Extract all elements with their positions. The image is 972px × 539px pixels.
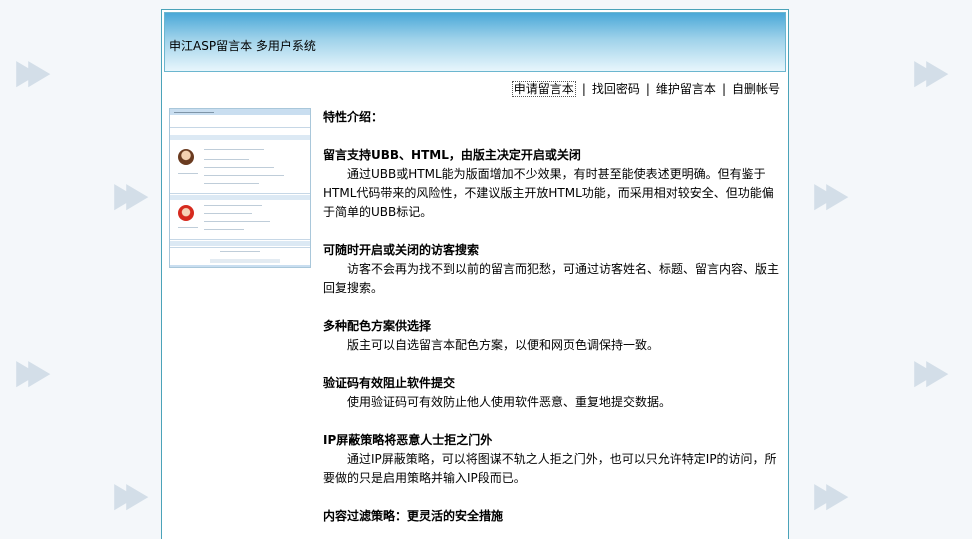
feature-title: 验证码有效阻止软件提交: [323, 376, 456, 390]
feature-title: 多种配色方案供选择: [323, 319, 432, 333]
feature-description: 使用验证码可有效防止他人使用软件恶意、重复地提交数据。: [347, 395, 672, 409]
feature-item: 留言支持UBB、HTML，由版主决定开启或关闭 通过UBB或HTML能为版面增加…: [323, 146, 783, 222]
feature-description: 通过UBB或HTML能为版面增加不少效果，有时甚至能使表述更明确。但有鉴于HTM…: [323, 167, 774, 219]
watermark-icon: ▶▶: [914, 352, 948, 392]
feature-item: 内容过滤策略：更灵活的安全措施: [323, 507, 783, 526]
watermark-icon: ▶▶: [114, 175, 148, 215]
header-banner: 申江ASP留言本 多用户系统: [164, 12, 786, 72]
feature-item: 验证码有效阻止软件提交 使用验证码可有效防止他人使用软件恶意、重复地提交数据。: [323, 374, 783, 412]
feature-title: 留言支持UBB、HTML，由版主决定开启或关闭: [323, 148, 581, 162]
feature-description: 通过IP屏蔽策略，可以将图谋不轨之人拒之门外，也可以只允许特定IP的访问，所要做…: [323, 452, 777, 485]
main-panel: 申江ASP留言本 多用户系统 申请留言本 | 找回密码 | 维护留言本 | 自删帐号 特性介…: [161, 9, 789, 539]
feature-intro-heading: 特性介绍：: [323, 110, 384, 124]
feature-list: 特性介绍： 留言支持UBB、HTML，由版主决定开启或关闭 通过UBB或HTML…: [323, 108, 783, 526]
avatar: [178, 205, 194, 221]
avatar: [178, 149, 194, 165]
watermark-icon: ▶▶: [814, 475, 848, 515]
site-title: 申江ASP留言本 多用户系统: [169, 39, 316, 53]
feature-title: 内容过滤策略：更灵活的安全措施: [323, 509, 504, 523]
feature-description: 访客不会再为找不到以前的留言而犯愁，可通过访客姓名、标题、留言内容、版主回复搜索…: [323, 262, 780, 295]
nav-separator: |: [721, 82, 726, 96]
top-navigation: 申请留言本 | 找回密码 | 维护留言本 | 自删帐号: [511, 80, 780, 97]
guestbook-preview-image: [169, 108, 311, 268]
feature-item: IP屏蔽策略将恶意人士拒之门外 通过IP屏蔽策略，可以将图谋不轨之人拒之门外，也…: [323, 431, 783, 488]
watermark-icon: ▶▶: [914, 52, 948, 92]
nav-apply-guestbook[interactable]: 申请留言本: [511, 81, 576, 97]
watermark-icon: ▶▶: [114, 475, 148, 515]
feature-title: 可随时开启或关闭的访客搜索: [323, 243, 480, 257]
feature-description: 版主可以自选留言本配色方案，以便和网页色调保持一致。: [347, 338, 660, 352]
nav-delete-account[interactable]: 自删帐号: [732, 82, 780, 96]
nav-maintain-guestbook[interactable]: 维护留言本: [656, 82, 716, 96]
feature-item: 可随时开启或关闭的访客搜索 访客不会再为找不到以前的留言而犯愁，可通过访客姓名、…: [323, 241, 783, 298]
feature-title: IP屏蔽策略将恶意人士拒之门外: [323, 433, 493, 447]
watermark-icon: ▶▶: [16, 52, 50, 92]
feature-item: 多种配色方案供选择 版主可以自选留言本配色方案，以便和网页色调保持一致。: [323, 317, 783, 355]
watermark-icon: ▶▶: [16, 352, 50, 392]
nav-separator: |: [581, 82, 586, 96]
nav-recover-password[interactable]: 找回密码: [592, 82, 640, 96]
nav-separator: |: [645, 82, 650, 96]
watermark-icon: ▶▶: [814, 175, 848, 215]
